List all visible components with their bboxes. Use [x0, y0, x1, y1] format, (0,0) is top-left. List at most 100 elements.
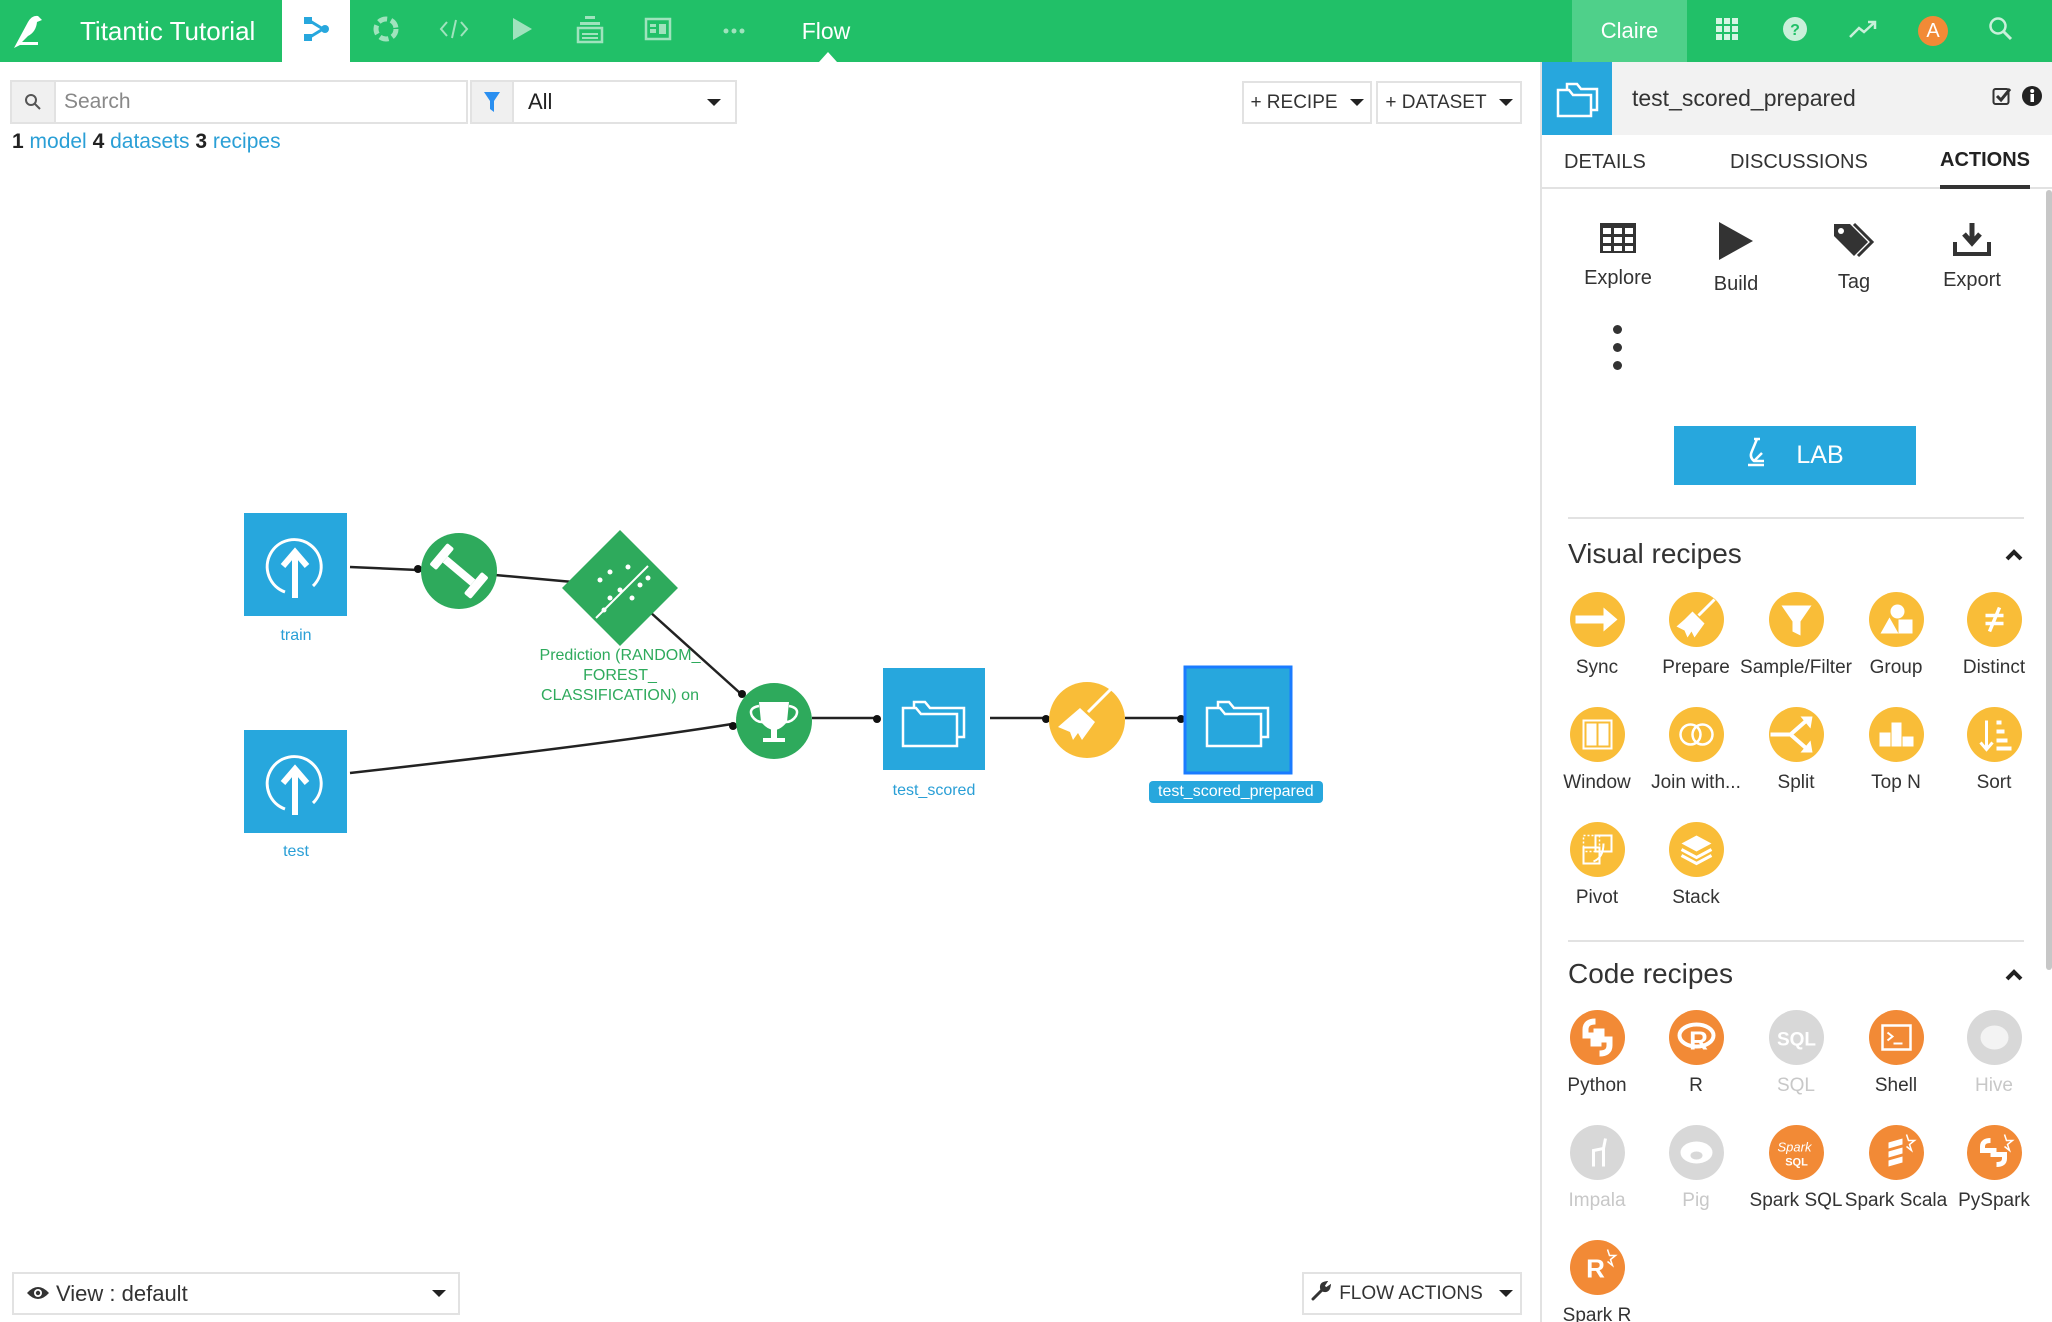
- recipe-label: Shell: [1874, 1075, 1918, 1096]
- recipe-split[interactable]: Split: [1746, 707, 1846, 794]
- collapse-visual-recipes[interactable]: [2004, 548, 2024, 568]
- chevron-down-icon: [1498, 1290, 1513, 1297]
- recipe-spark-sql[interactable]: Spark SQL Spark SQL: [1746, 1125, 1846, 1212]
- recipe-label: Sync: [1575, 657, 1619, 678]
- lab-button-label: LAB: [1796, 441, 1844, 469]
- recipe-label: Impala: [1568, 1190, 1626, 1211]
- node-test-scored-prepared-label[interactable]: test_scored_prepared: [1149, 781, 1323, 803]
- divider: [1568, 517, 2024, 519]
- chevron-up-icon: [2004, 549, 2024, 566]
- tab-actions[interactable]: ACTIONS: [1940, 135, 2030, 189]
- node-test-scored-prepared[interactable]: [1183, 665, 1293, 775]
- recipe-label: Window: [1563, 772, 1631, 793]
- apps-menu-button[interactable]: [1692, 0, 1762, 62]
- microscope-icon: [1746, 437, 1768, 474]
- action-explore[interactable]: Explore: [1568, 222, 1668, 290]
- recipe-group[interactable]: Group: [1846, 592, 1946, 679]
- edge-endpoint: [873, 715, 881, 723]
- action-build[interactable]: Build: [1686, 222, 1786, 296]
- more-actions-icon[interactable]: [1613, 325, 1625, 370]
- info-icon[interactable]: [2022, 86, 2042, 111]
- pig-icon: [1668, 1125, 1724, 1180]
- dataset-folder-icon: [1542, 62, 1612, 135]
- lab-button[interactable]: LAB: [1674, 426, 1916, 485]
- tag-icon: [1832, 222, 1876, 263]
- recipe-spark-scala[interactable]: Spark Scala: [1844, 1125, 1948, 1212]
- python-icon: [1569, 1010, 1625, 1065]
- node-test-scored[interactable]: [883, 668, 985, 770]
- code-recipes-title: Code recipes: [1568, 958, 1733, 989]
- view-select-value: View : default: [26, 1281, 188, 1307]
- download-icon: [1953, 222, 1991, 261]
- recipe-python[interactable]: Python: [1547, 1010, 1647, 1097]
- flow-actions-button[interactable]: FLOW ACTIONS: [1302, 1272, 1522, 1315]
- activity-icon: [1848, 19, 1878, 44]
- edge-train-recipe-to-model: [494, 573, 574, 584]
- svg-text:R: R: [1586, 1254, 1605, 1284]
- recipe-label: Hive: [1974, 1075, 2013, 1096]
- recipe-top-n[interactable]: Top N: [1846, 707, 1946, 794]
- action-export[interactable]: Export: [1922, 222, 2022, 292]
- recipe-label: Pig: [1682, 1190, 1710, 1211]
- recipe-spark-r[interactable]: R Spark R: [1547, 1240, 1647, 1322]
- view-select[interactable]: View : default: [12, 1272, 460, 1315]
- table-icon: [1599, 222, 1637, 259]
- recipe-pivot[interactable]: Pivot: [1547, 822, 1647, 909]
- terminal-icon: [1868, 1010, 1924, 1065]
- checkbox-icon[interactable]: [1992, 86, 2012, 111]
- node-test-label[interactable]: test: [264, 843, 328, 861]
- node-train[interactable]: [244, 513, 347, 616]
- recipe-pyspark[interactable]: PySpark: [1944, 1125, 2044, 1212]
- help-button[interactable]: ?: [1760, 0, 1830, 62]
- recipe-shell[interactable]: Shell: [1846, 1010, 1946, 1097]
- recipe-join-with[interactable]: Join with...: [1646, 707, 1746, 794]
- user-menu[interactable]: Claire: [1572, 0, 1687, 62]
- recipe-label: Sample/Filter: [1740, 657, 1852, 678]
- sync-icon: [1569, 592, 1625, 647]
- recipe-sync[interactable]: Sync: [1547, 592, 1647, 679]
- tab-details[interactable]: DETAILS: [1564, 135, 1646, 189]
- recipe-sample-filter[interactable]: Sample/Filter: [1740, 592, 1852, 679]
- global-search-button[interactable]: [1966, 0, 2036, 62]
- split-icon: [1768, 707, 1824, 762]
- recipe-distinct[interactable]: Distinct: [1944, 592, 2044, 679]
- shapes-icon: [1868, 592, 1924, 647]
- action-tag[interactable]: Tag: [1804, 222, 1904, 294]
- edge-endpoint: [1042, 715, 1050, 723]
- broom-icon: [1668, 592, 1724, 647]
- recipe-sort[interactable]: Sort: [1944, 707, 2044, 794]
- node-saved-model[interactable]: [562, 530, 678, 646]
- collapse-code-recipes[interactable]: [2004, 968, 2024, 988]
- wrench-icon: [1311, 1280, 1332, 1307]
- edge-endpoint: [414, 565, 422, 573]
- node-model-label[interactable]: Prediction (RANDOM_ FOREST_ CLASSIFICATI…: [520, 646, 720, 706]
- recipe-label: Python: [1567, 1075, 1627, 1096]
- action-build-label: Build: [1713, 273, 1759, 295]
- node-train-label[interactable]: train: [264, 627, 328, 645]
- edge-train-to-train-recipe: [349, 565, 419, 572]
- node-train-recipe[interactable]: [421, 533, 497, 609]
- recipe-impala: Impala: [1547, 1125, 1647, 1212]
- node-score-recipe[interactable]: [736, 683, 812, 759]
- recipe-r[interactable]: RR: [1646, 1010, 1746, 1097]
- node-test-scored-label[interactable]: test_scored: [874, 782, 994, 800]
- recipe-label: Spark Scala: [1844, 1190, 1948, 1211]
- node-test[interactable]: [244, 730, 347, 833]
- recipe-sql: SQL SQL: [1746, 1010, 1846, 1097]
- activity-button[interactable]: [1828, 0, 1898, 62]
- recipe-prepare[interactable]: Prepare: [1646, 592, 1746, 679]
- tab-discussions[interactable]: DISCUSSIONS: [1730, 135, 1868, 189]
- svg-text:R: R: [1689, 1026, 1708, 1056]
- node-prepare-recipe[interactable]: [1049, 682, 1125, 758]
- model-label-line: Prediction (RANDOM_: [539, 647, 701, 664]
- recipe-window[interactable]: Window: [1547, 707, 1647, 794]
- right-panel-scrollbar[interactable]: [2046, 190, 2052, 970]
- edge-endpoint: [729, 722, 737, 730]
- recipe-stack[interactable]: Stack: [1646, 822, 1746, 909]
- svg-text:Spark: Spark: [1777, 1140, 1812, 1155]
- spark-sql-icon: Spark SQL: [1768, 1125, 1824, 1180]
- chevron-up-icon: [2004, 969, 2024, 986]
- recipe-hive: Hive: [1944, 1010, 2044, 1097]
- profile-button[interactable]: A: [1898, 0, 1968, 62]
- flow-canvas[interactable]: [0, 0, 1540, 1110]
